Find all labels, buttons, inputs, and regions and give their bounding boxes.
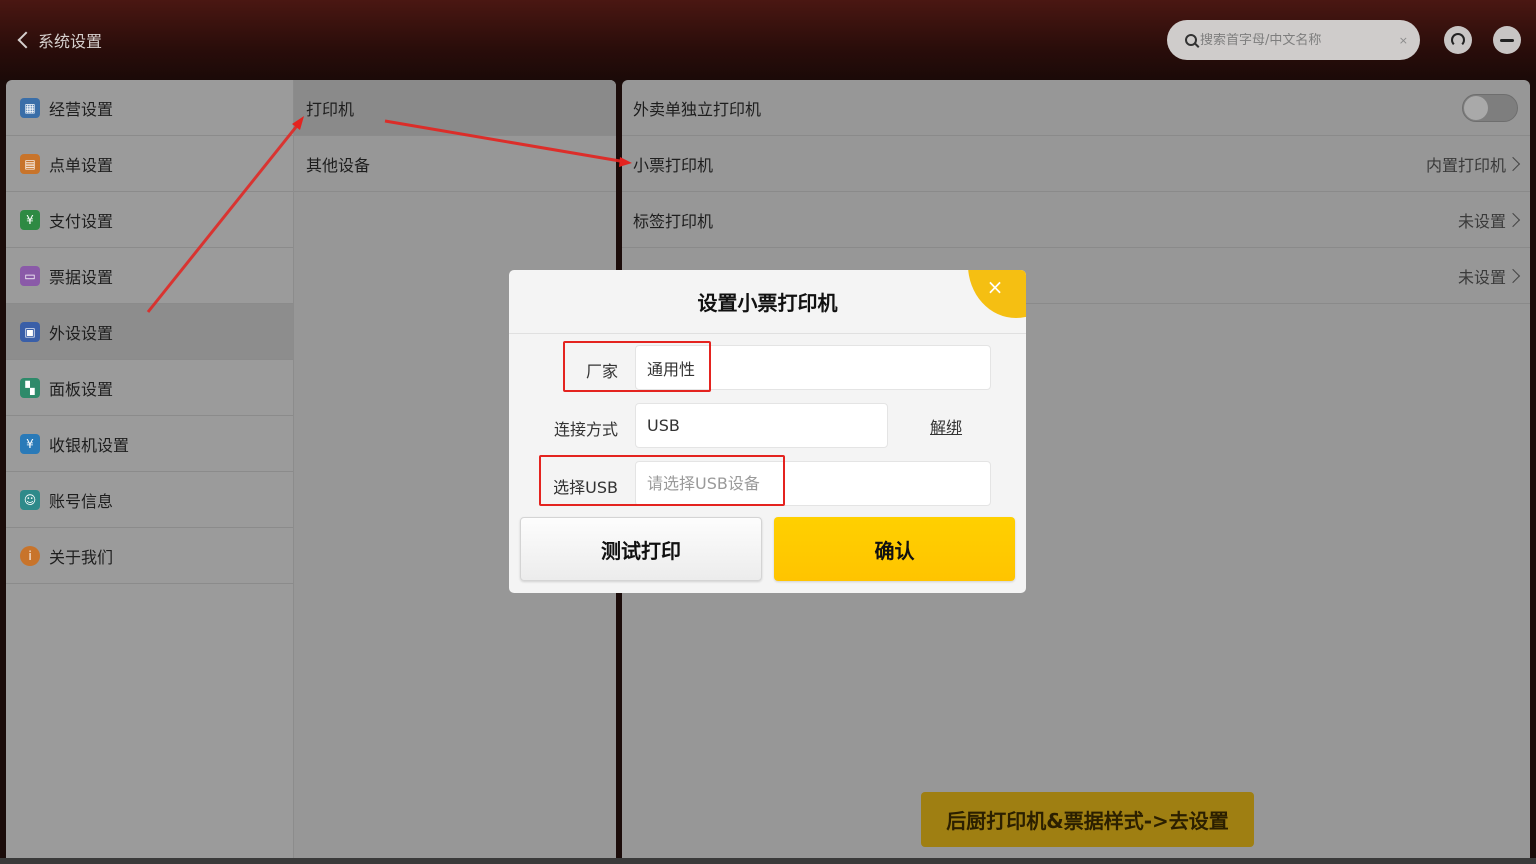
- sidebar-item-label: 面板设置: [49, 379, 114, 399]
- bottom-strip: [0, 858, 1536, 864]
- chevron-right-icon: [1505, 268, 1521, 283]
- clear-search-icon[interactable]: ×: [1399, 34, 1408, 47]
- kitchen-printer-settings-button[interactable]: 后厨打印机&票据样式->去设置: [921, 792, 1254, 847]
- usb-label: 选择USB: [553, 478, 618, 497]
- setting-row-label-printer[interactable]: 标签打印机 未设置: [622, 192, 1530, 248]
- sidebar-item-label: 经营设置: [49, 99, 114, 119]
- panel-icon: ▚: [20, 377, 40, 398]
- subnav-item-other-devices[interactable]: 其他设备: [294, 136, 616, 192]
- usb-device-select[interactable]: [635, 461, 991, 506]
- back-button[interactable]: 系统设置: [14, 27, 102, 53]
- sidebar-item-receipt[interactable]: ▭ 票据设置: [6, 248, 293, 304]
- receipt-icon: ▭: [20, 265, 40, 286]
- setting-row-receipt-printer[interactable]: 小票打印机 内置打印机: [622, 136, 1530, 192]
- info-icon: i: [20, 545, 40, 566]
- chevron-right-icon: [1505, 156, 1521, 171]
- sidebar-item-label: 账号信息: [49, 491, 114, 511]
- sidebar-item-label: 关于我们: [49, 547, 114, 567]
- sidebar-item-account[interactable]: ☺ 账号信息: [6, 472, 293, 528]
- sidebar-item-peripheral[interactable]: ▣ 外设设置: [6, 304, 293, 360]
- sidebar-item-label: 票据设置: [49, 267, 114, 287]
- setting-label: 外卖单独立打印机: [633, 99, 762, 119]
- vendor-label: 厂家: [585, 362, 618, 381]
- chevron-left-icon: [17, 31, 35, 49]
- cashier-icon: ¥: [20, 433, 40, 454]
- sidebar-item-order[interactable]: ▤ 点单设置: [6, 136, 293, 192]
- test-print-button[interactable]: 测试打印: [520, 517, 762, 581]
- sidebar-item-label: 收银机设置: [49, 435, 130, 455]
- customer-service-icon[interactable]: [1444, 26, 1472, 54]
- back-label: 系统设置: [38, 32, 103, 51]
- sidebar-item-business[interactable]: ▦ 经营设置: [6, 80, 293, 136]
- vendor-field[interactable]: [635, 345, 991, 390]
- yuan-icon: ¥: [20, 209, 40, 230]
- dialog-title: 设置小票打印机: [509, 270, 1026, 334]
- sidebar-item-label: 外设设置: [49, 323, 114, 343]
- sidebar-item-about[interactable]: i 关于我们: [6, 528, 293, 584]
- chevron-right-icon: [1505, 212, 1521, 227]
- peripheral-icon: ▣: [20, 321, 40, 342]
- search-icon: [1185, 34, 1197, 46]
- sidebar: ▦ 经营设置 ▤ 点单设置 ¥ 支付设置 ▭ 票据设置 ▣ 外设设置 ▚ 面板设…: [6, 80, 293, 858]
- setting-value: 未设置: [1457, 267, 1506, 287]
- connection-label: 连接方式: [553, 420, 618, 439]
- connection-field[interactable]: [635, 403, 888, 448]
- subnav-item-printer[interactable]: 打印机: [294, 80, 616, 136]
- setting-label: 标签打印机: [633, 211, 714, 231]
- setting-row-delivery-printer[interactable]: 外卖单独立打印机: [622, 80, 1530, 136]
- order-icon: ▤: [20, 153, 40, 174]
- store-icon: ▦: [20, 97, 40, 118]
- search-input[interactable]: [1197, 32, 1393, 48]
- setting-value: 未设置: [1457, 211, 1506, 231]
- sidebar-item-payment[interactable]: ¥ 支付设置: [6, 192, 293, 248]
- sidebar-item-panel[interactable]: ▚ 面板设置: [6, 360, 293, 416]
- close-icon[interactable]: ×: [984, 276, 1006, 298]
- sidebar-item-label: 点单设置: [49, 155, 114, 175]
- search-box[interactable]: ×: [1167, 20, 1420, 60]
- top-bar: 系统设置 ×: [0, 0, 1536, 80]
- setting-value: 内置打印机: [1425, 155, 1506, 175]
- account-icon: ☺: [20, 489, 40, 510]
- sidebar-item-label: 支付设置: [49, 211, 114, 231]
- sidebar-item-cashier[interactable]: ¥ 收银机设置: [6, 416, 293, 472]
- minimize-icon[interactable]: [1493, 26, 1521, 54]
- unbind-link[interactable]: 解绑: [930, 414, 962, 438]
- setting-label: 小票打印机: [633, 155, 714, 175]
- confirm-button[interactable]: 确认: [774, 517, 1015, 581]
- delivery-printer-toggle[interactable]: [1462, 93, 1518, 122]
